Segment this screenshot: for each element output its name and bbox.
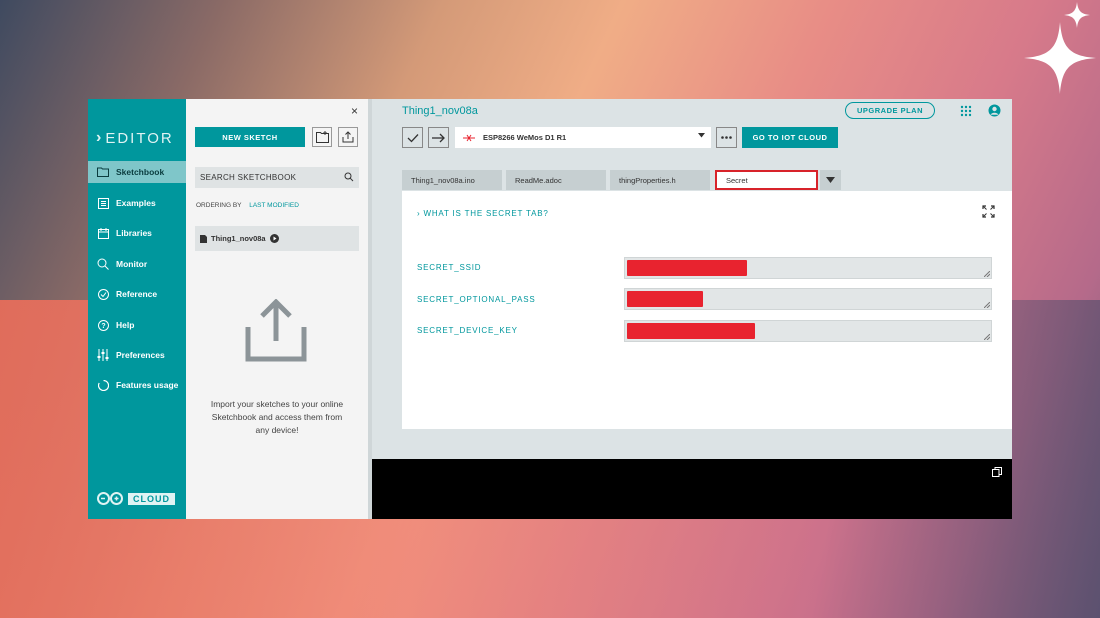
help-icon: ? bbox=[96, 318, 110, 332]
redaction-mark bbox=[627, 323, 755, 339]
sidebar-item-label: Preferences bbox=[116, 350, 165, 360]
tab-label: thingProperties.h bbox=[619, 175, 676, 185]
editor-brand: › EDITOR bbox=[96, 129, 174, 147]
close-panel-button[interactable]: × bbox=[351, 104, 358, 118]
arduino-infinity-icon bbox=[97, 492, 123, 505]
more-options-button[interactable] bbox=[716, 127, 737, 148]
tab-thing-properties[interactable]: thingProperties.h bbox=[610, 170, 710, 190]
svg-text:?: ? bbox=[101, 323, 105, 330]
ordering-value-link[interactable]: LAST MODIFIED bbox=[249, 202, 299, 209]
cloud-label: CLOUD bbox=[128, 492, 175, 505]
libraries-icon bbox=[96, 226, 110, 240]
search-placeholder: SEARCH SKETCHBOOK bbox=[200, 173, 297, 182]
apps-grid-icon[interactable] bbox=[960, 105, 972, 117]
sidebar-item-label: Features usage bbox=[116, 380, 179, 390]
reference-icon bbox=[96, 287, 110, 301]
sidebar-item-label: Examples bbox=[116, 198, 156, 208]
preferences-icon bbox=[96, 348, 110, 362]
tab-label: Secret bbox=[726, 175, 748, 185]
sketchbook-panel: × NEW SKETCH SEARCH SKETCHBOOK ORDERING … bbox=[186, 99, 368, 519]
console-panel bbox=[372, 459, 1012, 519]
arduino-cloud-logo: CLOUD bbox=[96, 492, 175, 505]
sidebar-item-label: Help bbox=[116, 320, 135, 330]
import-sketch-button[interactable] bbox=[338, 127, 358, 147]
tab-label: ReadMe.adoc bbox=[515, 175, 562, 185]
sketch-title: Thing1_nov08a bbox=[402, 105, 478, 117]
upload-icon bbox=[342, 131, 354, 143]
tab-label: Thing1_nov08a.ino bbox=[411, 175, 475, 185]
tabs-menu-button[interactable] bbox=[820, 170, 841, 190]
sidebar-item-help[interactable]: ? Help bbox=[88, 314, 186, 336]
new-folder-button[interactable] bbox=[312, 127, 332, 147]
sidebar-item-features-usage[interactable]: Features usage bbox=[88, 374, 186, 396]
user-avatar-icon[interactable] bbox=[988, 104, 1001, 117]
upload-button[interactable] bbox=[428, 127, 449, 148]
redaction-mark bbox=[627, 260, 747, 276]
search-sketchbook-input[interactable]: SEARCH SKETCHBOOK bbox=[195, 167, 359, 188]
caret-down-icon bbox=[698, 133, 705, 138]
sidebar-item-examples[interactable]: Examples bbox=[88, 192, 186, 214]
secret-tab-content: › WHAT IS THE SECRET TAB? SECRET_SSID SE… bbox=[402, 191, 1012, 429]
features-icon bbox=[96, 378, 110, 392]
arrow-right-icon bbox=[432, 133, 445, 142]
sidebar-item-reference[interactable]: Reference bbox=[88, 283, 186, 305]
redaction-mark bbox=[627, 291, 703, 307]
sidebar-item-label: Libraries bbox=[116, 228, 152, 238]
sketch-name: Thing1_nov08a bbox=[211, 234, 266, 243]
board-name: ESP8266 WeMos D1 R1 bbox=[483, 133, 567, 142]
secret-device-key-label: SECRET_DEVICE_KEY bbox=[417, 326, 518, 335]
caret-down-icon bbox=[826, 177, 835, 183]
ordering-by: ORDERING BY LAST MODIFIED bbox=[196, 202, 299, 209]
sidebar-item-monitor[interactable]: Monitor bbox=[88, 253, 186, 275]
sidebar-item-libraries[interactable]: Libraries bbox=[88, 222, 186, 244]
import-message: Import your sketches to your online Sket… bbox=[210, 399, 344, 435]
sidebar-item-sketchbook[interactable]: Sketchbook bbox=[88, 161, 192, 183]
secret-ssid-label: SECRET_SSID bbox=[417, 263, 482, 272]
sketch-list-item[interactable]: Thing1_nov08a bbox=[195, 226, 359, 251]
sidebar-item-label: Monitor bbox=[116, 259, 148, 269]
secret-optional-pass-label: SECRET_OPTIONAL_PASS bbox=[417, 295, 536, 304]
sidebar: › EDITOR Sketchbook Examples Libraries M… bbox=[88, 99, 192, 519]
brand-label: EDITOR bbox=[105, 129, 174, 147]
sparkle-large-icon bbox=[1024, 22, 1096, 94]
sidebar-item-preferences[interactable]: Preferences bbox=[88, 344, 186, 366]
secret-ssid-input[interactable] bbox=[624, 257, 992, 279]
checkmark-icon bbox=[407, 133, 418, 142]
new-sketch-button[interactable]: NEW SKETCH bbox=[195, 127, 305, 147]
go-to-iot-cloud-button[interactable]: GO TO IOT CLOUD bbox=[742, 127, 838, 148]
editor-window: › EDITOR Sketchbook Examples Libraries M… bbox=[88, 99, 1012, 519]
upgrade-plan-button[interactable]: UPGRADE PLAN bbox=[845, 102, 935, 119]
board-selector[interactable]: ESP8266 WeMos D1 R1 bbox=[455, 127, 711, 148]
ellipsis-icon bbox=[721, 136, 732, 139]
search-icon bbox=[344, 172, 354, 182]
resize-handle-icon[interactable] bbox=[984, 334, 990, 340]
monitor-icon bbox=[96, 257, 110, 271]
secret-link-label: WHAT IS THE SECRET TAB? bbox=[423, 209, 549, 218]
sidebar-item-label: Reference bbox=[116, 289, 158, 299]
play-circle-icon[interactable] bbox=[269, 234, 279, 243]
secret-optional-pass-input[interactable] bbox=[624, 288, 992, 310]
tab-thing-ino[interactable]: Thing1_nov08a.ino bbox=[402, 170, 502, 190]
folder-icon bbox=[96, 165, 110, 179]
tab-readme[interactable]: ReadMe.adoc bbox=[506, 170, 606, 190]
chevron-right-icon: › bbox=[96, 129, 104, 146]
resize-handle-icon[interactable] bbox=[984, 271, 990, 277]
disconnected-icon bbox=[463, 134, 475, 141]
sidebar-item-label: Sketchbook bbox=[116, 167, 165, 177]
ordering-label: ORDERING BY bbox=[196, 202, 242, 209]
tab-secret[interactable]: Secret bbox=[715, 170, 818, 190]
copy-icon[interactable] bbox=[992, 467, 1002, 477]
fullscreen-icon[interactable] bbox=[982, 205, 995, 218]
verify-button[interactable] bbox=[402, 127, 423, 148]
examples-icon bbox=[96, 196, 110, 210]
what-is-secret-tab-link[interactable]: › WHAT IS THE SECRET TAB? bbox=[417, 209, 549, 218]
resize-handle-icon[interactable] bbox=[984, 302, 990, 308]
secret-device-key-input[interactable] bbox=[624, 320, 992, 342]
main-editor: Thing1_nov08a UPGRADE PLAN ESP8266 WeMos… bbox=[372, 99, 1012, 519]
new-folder-icon bbox=[315, 131, 329, 143]
file-icon bbox=[200, 234, 207, 243]
sparkle-small-icon bbox=[1064, 2, 1090, 28]
upload-large-icon bbox=[245, 299, 307, 362]
